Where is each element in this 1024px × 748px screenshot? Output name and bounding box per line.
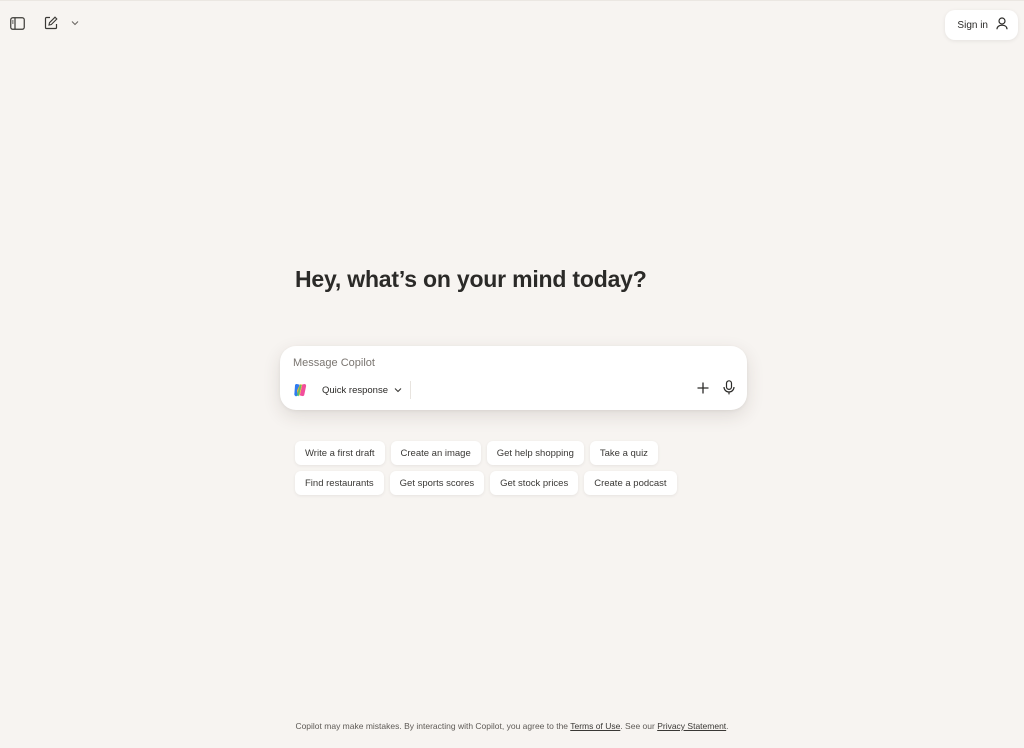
sign-in-button[interactable]: Sign in: [945, 10, 1018, 40]
suggestion-row: Write a first draft Create an image Get …: [295, 441, 715, 465]
response-mode-select[interactable]: Quick response: [322, 381, 412, 399]
copilot-logo-icon: [292, 382, 308, 398]
terms-of-use-link[interactable]: Terms of Use: [570, 721, 620, 731]
composer-toolbar: Quick response: [292, 379, 735, 401]
compose-icon[interactable]: [42, 14, 60, 32]
top-divider: [0, 0, 1024, 1]
sidebar-icon[interactable]: [8, 14, 26, 32]
footer-text: .: [726, 721, 729, 731]
suggestion-chip-stock-prices[interactable]: Get stock prices: [490, 471, 579, 495]
user-icon: [996, 17, 1008, 33]
response-mode-label: Quick response: [322, 384, 389, 396]
chevron-down-icon: [394, 385, 402, 396]
suggestion-chip-create-image[interactable]: Create an image: [390, 441, 481, 465]
suggestion-chip-create-podcast[interactable]: Create a podcast: [584, 471, 677, 495]
suggestion-chip-help-shopping[interactable]: Get help shopping: [486, 441, 584, 465]
page-title: Hey, what’s on your mind today?: [295, 266, 647, 292]
suggestion-chip-write-draft[interactable]: Write a first draft: [295, 441, 385, 465]
suggestion-chip-sports-scores[interactable]: Get sports scores: [389, 471, 485, 495]
suggestion-chip-take-quiz[interactable]: Take a quiz: [589, 441, 658, 465]
microphone-icon[interactable]: [723, 380, 735, 400]
suggestion-row: Find restaurants Get sports scores Get s…: [295, 471, 715, 495]
message-input[interactable]: [293, 354, 723, 372]
footer-text: . See our: [620, 721, 658, 731]
message-composer: Quick response: [280, 346, 747, 410]
plus-icon[interactable]: [697, 381, 709, 399]
footer-disclaimer: Copilot may make mistakes. By interactin…: [0, 721, 1024, 731]
chevron-down-icon[interactable]: [70, 14, 80, 32]
suggestion-chip-find-restaurants[interactable]: Find restaurants: [295, 471, 384, 495]
suggestion-chips: Write a first draft Create an image Get …: [295, 441, 715, 501]
privacy-statement-link[interactable]: Privacy Statement: [657, 721, 726, 731]
footer-text: Copilot may make mistakes. By interactin…: [295, 721, 571, 731]
sign-in-label: Sign in: [957, 19, 988, 31]
composer-actions: [697, 380, 735, 400]
top-left-toolbar: [8, 14, 80, 32]
